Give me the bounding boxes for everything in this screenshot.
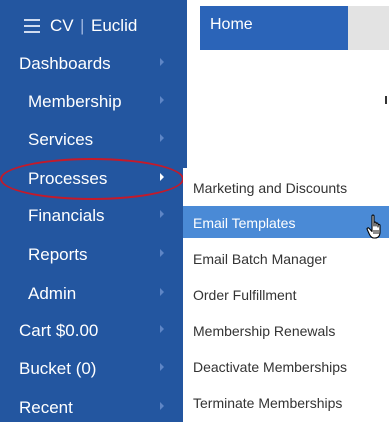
submenu-item-membership-renewals[interactable]: Membership Renewals	[183, 314, 389, 346]
submenu-item-label: Order Fulfillment	[193, 287, 297, 303]
chevron-right-icon	[160, 210, 164, 218]
sidebar-item-label: Cart $0.00	[19, 321, 99, 340]
tab-home[interactable]: Home	[200, 6, 348, 50]
header-bar	[348, 6, 389, 50]
sidebar-item-services[interactable]: Services	[0, 122, 187, 158]
chevron-right-icon	[160, 288, 164, 296]
sidebar-item-label: Services	[28, 130, 94, 149]
chevron-right-icon	[160, 134, 164, 142]
chevron-right-icon	[160, 96, 164, 104]
sidebar-item-financials[interactable]: Financials	[0, 198, 187, 234]
brand-separator: |	[80, 16, 85, 35]
chevron-right-icon	[160, 249, 164, 257]
processes-submenu: Marketing and Discounts Email Templates …	[183, 168, 389, 422]
content-edge-mark	[385, 96, 387, 104]
hand-pointer-icon	[366, 214, 381, 239]
submenu-item-label: Terminate Memberships	[193, 395, 343, 411]
sidebar-item-recent[interactable]: Recent	[0, 390, 187, 426]
submenu-item-order-fulfillment[interactable]: Order Fulfillment	[183, 278, 389, 310]
chevron-right-icon	[160, 58, 164, 66]
sidebar-item-label: Dashboards	[19, 54, 111, 73]
submenu-item-label: Membership Renewals	[193, 323, 336, 339]
chevron-right-icon	[160, 325, 164, 333]
tab-home-label: Home	[210, 16, 253, 33]
brand-abbr: CV	[50, 16, 74, 35]
sidebar-item-label: Reports	[28, 245, 88, 264]
sidebar-item-label: Admin	[28, 284, 77, 303]
submenu-item-terminate-memberships[interactable]: Terminate Memberships	[183, 386, 389, 418]
brand-name: Euclid	[91, 16, 138, 35]
submenu-item-label: Email Batch Manager	[193, 251, 327, 267]
sidebar-item-dashboards[interactable]: Dashboards	[0, 46, 187, 82]
sidebar-item-label: Membership	[28, 92, 122, 111]
sidebar-item-bucket[interactable]: Bucket (0)	[0, 351, 187, 387]
submenu-item-label: Deactivate Memberships	[193, 359, 348, 375]
sidebar-item-cart[interactable]: Cart $0.00	[0, 313, 187, 349]
submenu-item-deactivate-memberships[interactable]: Deactivate Memberships	[183, 350, 389, 382]
sidebar-item-label: Recent	[19, 398, 73, 417]
sidebar: CV | Euclid Dashboards Membership Servic…	[0, 0, 187, 422]
sidebar-item-label: Financials	[28, 206, 105, 225]
submenu-item-label: Marketing and Discounts	[193, 180, 348, 196]
brand-header: CV | Euclid	[0, 0, 187, 52]
submenu-item-label: Email Templates	[193, 215, 296, 231]
sidebar-item-label: Bucket (0)	[19, 359, 97, 378]
chevron-right-icon	[160, 402, 164, 410]
submenu-item-email-batch-manager[interactable]: Email Batch Manager	[183, 242, 389, 274]
sidebar-item-membership[interactable]: Membership	[0, 84, 187, 120]
chevron-right-icon	[160, 363, 164, 371]
submenu-item-marketing-discounts[interactable]: Marketing and Discounts	[183, 171, 389, 203]
annotation-ellipse	[0, 158, 184, 200]
sidebar-item-reports[interactable]: Reports	[0, 237, 187, 273]
sidebar-item-admin[interactable]: Admin	[0, 276, 187, 312]
hamburger-icon[interactable]	[24, 19, 40, 33]
submenu-item-email-templates[interactable]: Email Templates	[183, 206, 389, 238]
